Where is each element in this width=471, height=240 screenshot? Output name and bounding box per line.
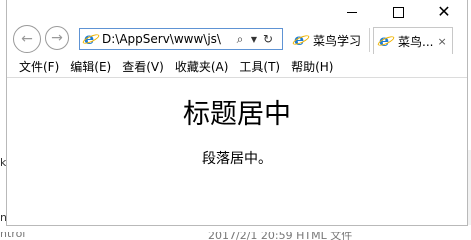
address-bar[interactable]: e D:\AppServ\www\js\ ⌕ ▼ ↻ [79,28,283,50]
navigation-bar: ← → e D:\AppServ\www\js\ ⌕ ▼ ↻ e 菜鸟学习 e … [7,24,467,55]
menu-help[interactable]: 帮助(H) [291,58,333,75]
menu-favorites[interactable]: 收藏夹(A) [175,58,229,75]
chevron-down-icon[interactable]: ▼ [248,35,260,44]
tab-label: 菜鸟学习 [313,33,362,48]
background-file-row: ntrol 2017/2/1 20:59 HTML 文件 [0,232,471,240]
page-paragraph: 段落居中。 [202,151,272,167]
menu-bar: 文件(F) 编辑(E) 查看(V) 收藏夹(A) 工具(T) 帮助(H) [7,55,467,78]
minimize-button[interactable] [329,0,375,24]
menu-edit[interactable]: 编辑(E) [70,58,111,75]
tab-caoniao-study[interactable]: e 菜鸟学习 [290,28,370,52]
tab-caoniao-active[interactable]: e 菜鸟... × [373,27,453,54]
close-icon: ✕ [437,2,451,21]
refresh-icon[interactable]: ↻ [260,32,276,46]
maximize-button[interactable] [375,0,421,24]
forward-button[interactable]: → [45,26,69,50]
tab-label: 菜鸟... [398,34,434,49]
menu-tools[interactable]: 工具(T) [239,58,280,75]
browser-window: ✕ ← → e D:\AppServ\www\js\ ⌕ ▼ ↻ e 菜鸟学习 … [6,0,468,226]
back-button[interactable]: ← [13,25,41,53]
tab-close-icon[interactable]: × [437,35,446,48]
menu-file[interactable]: 文件(F) [19,58,59,75]
ie-tab-icon: e [291,30,311,49]
menu-view[interactable]: 查看(V) [122,58,164,75]
background-file-meta: 2017/2/1 20:59 HTML 文件 [208,232,353,240]
title-bar: ✕ [7,0,467,24]
page-heading: 标题居中 [183,99,291,130]
ie-tab-icon: e [376,31,396,50]
minimize-icon [347,11,357,13]
back-arrow-icon: ← [21,31,33,47]
page-content: 标题居中 段落居中。 [7,78,467,225]
search-icon[interactable]: ⌕ [232,32,248,47]
address-input[interactable]: D:\AppServ\www\js\ [102,32,232,46]
forward-arrow-icon: → [51,30,63,46]
close-button[interactable]: ✕ [421,0,467,24]
maximize-icon [392,6,404,18]
ie-page-icon: e [81,29,101,48]
background-file-name: ntrol [0,232,26,240]
